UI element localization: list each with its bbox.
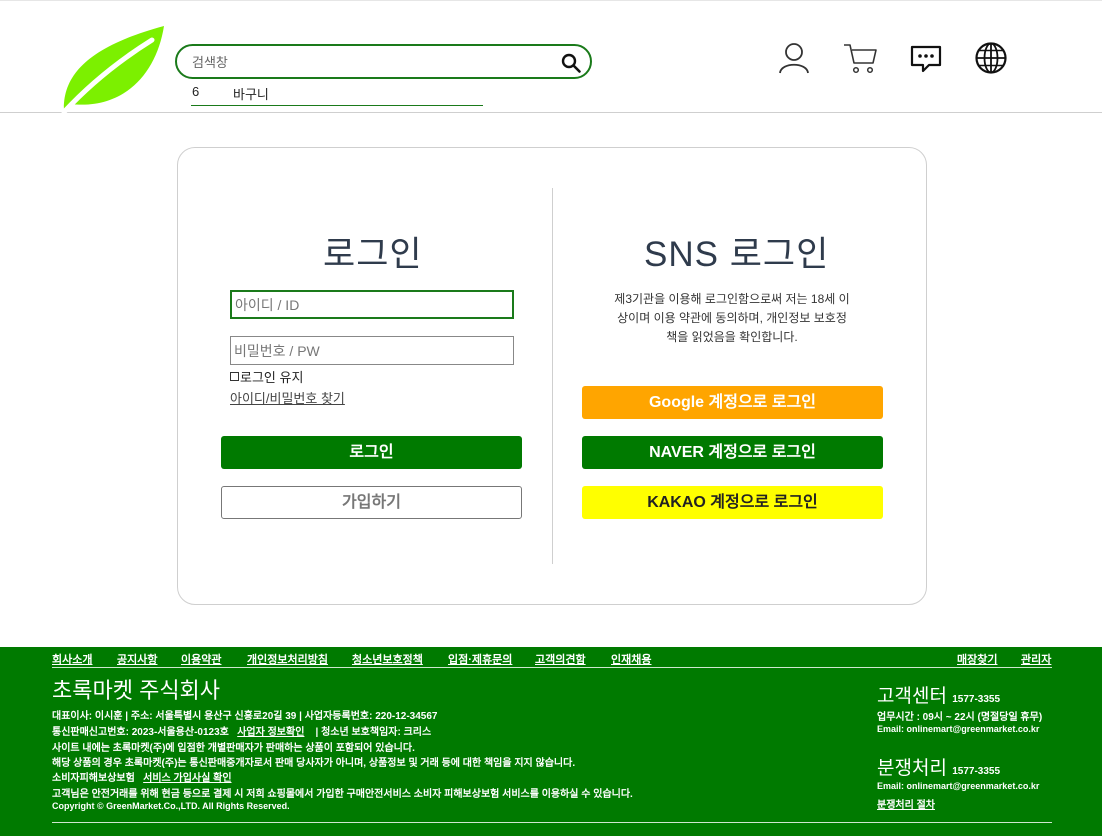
customer-center-title: 고객센터 1577-3355 [877, 681, 1000, 708]
consent-line: 상이며 이용 약관에 동의하며, 개인정보 보호정 [617, 311, 847, 325]
cs-title: 고객센터 [877, 686, 947, 707]
suggestion-text: 바구니 [233, 87, 269, 102]
footer: 회사소개 공지사항 이용약관 개인정보처리방침 청소년보호정책 입점·제휴문의 … [0, 647, 1102, 836]
footer-link-notice[interactable]: 공지사항 [117, 651, 157, 667]
business-info-link[interactable]: 사업자 정보확인 [237, 727, 304, 738]
leaf-logo-icon[interactable] [60, 24, 164, 116]
remember-login[interactable]: 로그인 유지 [230, 367, 303, 386]
remember-checkbox[interactable] [230, 372, 239, 381]
kakao-login-button[interactable]: KAKAO 계정으로 로그인 [582, 486, 883, 519]
id-field[interactable] [230, 290, 514, 319]
consent-line: 제3기관을 이용해 로그인함으로써 저는 18세 이 [614, 292, 850, 306]
naver-login-button[interactable]: NAVER 계정으로 로그인 [582, 436, 883, 469]
search-bar [175, 44, 592, 79]
footer-link-stores[interactable]: 매장찾기 [957, 651, 997, 667]
chat-icon[interactable] [909, 41, 943, 75]
insurance-line: 소비자피해보상보험 서비스 가입사실 확인 [52, 769, 232, 784]
join-button[interactable]: 가입하기 [221, 486, 522, 519]
dispute-title-text: 분쟁처리 [877, 758, 947, 779]
footer-link-terms[interactable]: 이용약관 [181, 651, 221, 667]
cart-icon[interactable] [843, 41, 877, 75]
notice-line: 고객님은 안전거래를 위해 현금 등으로 결제 시 저희 쇼핑몰에서 가입한 구… [52, 789, 633, 800]
footer-link-careers[interactable]: 인재채용 [611, 651, 651, 667]
consent-line: 책을 읽었음을 확인합니다. [666, 330, 798, 344]
autocomplete-suggestion[interactable]: 6 바구니 [191, 82, 483, 106]
footer-link-youth[interactable]: 청소년보호정책 [352, 651, 423, 667]
footer-link-admin[interactable]: 관리자 [1021, 651, 1051, 667]
copyright: Copyright © GreenMarket.Co.,LTD. All Rig… [52, 801, 290, 811]
cs-phone: 1577-3355 [952, 694, 1001, 705]
company-name: 초록마켓 주식회사 [52, 678, 221, 703]
footer-nav: 회사소개 공지사항 이용약관 개인정보처리방침 청소년보호정책 입점·제휴문의 … [52, 651, 1052, 668]
cs-hours: 업무시간 : 09시 ~ 22시 (명절당일 휴무) [877, 712, 1043, 723]
password-field[interactable] [230, 336, 514, 365]
footer-bottom-line [52, 822, 1052, 823]
card-divider [552, 188, 553, 564]
footer-link-partnership[interactable]: 입점·제휴문의 [448, 651, 512, 667]
company-info: 대표이사: 이시훈 | 주소: 서울특별시 용산구 신흥로20길 39 | 사업… [52, 711, 438, 722]
suggestion-count: 6 [192, 84, 200, 99]
remember-label: 로그인 유지 [240, 370, 304, 385]
insurance-link[interactable]: 서비스 가입사실 확인 [143, 773, 231, 784]
mail-order-number: 통신판매신고번호: 2023-서울용산-0123호 [52, 727, 229, 738]
dispute-title: 분쟁처리 1577-3355 [877, 753, 1000, 780]
notice-line: 사이트 내에는 초록마켓(주)에 입점한 개별판매자가 판매하는 상품이 포함되… [52, 743, 415, 754]
insurance-label: 소비자피해보상보험 [52, 773, 135, 784]
notice-line: 해당 상품의 경우 초록마켓(주)는 통신판매중개자로서 판매 당사자가 아니며… [52, 758, 576, 769]
dispute-procedure-link[interactable]: 분쟁처리 절차 [877, 796, 935, 811]
google-login-button[interactable]: Google 계정으로 로그인 [582, 386, 883, 419]
youth-officer: | 청소년 보호책임자: 크리스 [315, 727, 432, 738]
search-icon[interactable] [560, 52, 582, 74]
globe-icon[interactable] [974, 41, 1008, 75]
footer-link-privacy[interactable]: 개인정보처리방침 [247, 651, 328, 667]
dispute-phone: 1577-3355 [952, 766, 1001, 777]
cs-email: Email: onlinemart@greenmarket.co.kr [877, 724, 1040, 734]
sns-login-title: SNS 로그인 [644, 235, 830, 274]
sns-consent-text: 제3기관을 이용해 로그인함으로써 저는 18세 이 상이며 이용 약관에 동의… [593, 290, 871, 347]
login-button[interactable]: 로그인 [221, 436, 522, 469]
footer-link-feedback[interactable]: 고객의견함 [535, 651, 586, 667]
search-input[interactable] [192, 52, 552, 72]
header: 6 바구니 [0, 0, 1102, 116]
login-card: 로그인 로그인 유지 아이디/비밀번호 찾기 로그인 가입하기 SNS 로그인 … [177, 147, 927, 605]
user-icon[interactable] [777, 41, 811, 75]
footer-link-about[interactable]: 회사소개 [52, 651, 92, 667]
find-id-password-link[interactable]: 아이디/비밀번호 찾기 [230, 388, 345, 407]
login-title: 로그인 [323, 235, 423, 274]
business-info: 통신판매신고번호: 2023-서울용산-0123호 사업자 정보확인 | 청소년… [52, 723, 431, 738]
dispute-email: Email: onlinemart@greenmarket.co.kr [877, 781, 1040, 791]
